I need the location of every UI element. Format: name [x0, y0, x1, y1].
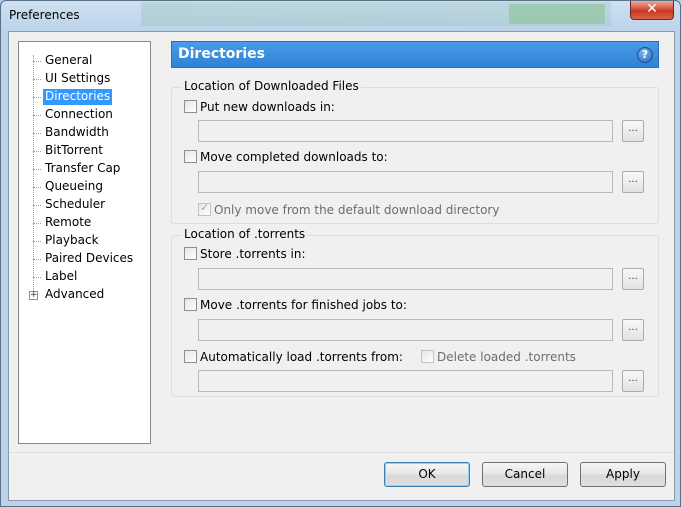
tree-branch-line [33, 277, 41, 278]
store-torrents-browse-button[interactable]: ... [622, 268, 644, 290]
dialog-client-area: General UI Settings Directories Connecti… [8, 31, 675, 501]
page-title: Directories [178, 46, 265, 62]
move-completed-label: Move completed downloads to: [200, 150, 388, 164]
category-tree[interactable]: General UI Settings Directories Connecti… [18, 41, 151, 444]
title-bar[interactable]: Preferences ✕ [1, 1, 680, 31]
cancel-button[interactable]: Cancel [482, 462, 568, 487]
move-completed-browse-button[interactable]: ... [622, 171, 644, 193]
sidebar-item-advanced[interactable]: Advanced [43, 287, 106, 303]
window-title: Preferences [9, 8, 80, 22]
tree-branch-line [33, 205, 41, 206]
sidebar-item-ui-settings[interactable]: UI Settings [43, 71, 112, 87]
tree-branch-line [33, 241, 41, 242]
tree-branch-line [33, 97, 41, 98]
store-torrents-row[interactable]: Store .torrents in: [184, 247, 306, 263]
tree-branch-line [33, 133, 41, 134]
delete-loaded-torrents-checkbox [421, 350, 434, 363]
put-new-downloads-row[interactable]: Put new downloads in: [184, 100, 335, 116]
auto-load-torrents-path-input[interactable] [198, 370, 613, 392]
expand-plus-icon[interactable]: + [29, 291, 38, 300]
sidebar-item-general[interactable]: General [43, 53, 94, 69]
torrents-location-group: Location of .torrents Store .torrents in… [171, 227, 659, 397]
tree-branch-line [33, 187, 41, 188]
move-completed-path-input[interactable] [198, 171, 613, 193]
put-new-downloads-browse-button[interactable]: ... [622, 120, 644, 142]
auto-load-torrents-row[interactable]: Automatically load .torrents from: [184, 350, 403, 366]
sidebar-item-playback[interactable]: Playback [43, 233, 101, 249]
move-torrents-finished-browse-button[interactable]: ... [622, 319, 644, 341]
sidebar-item-transfer-cap[interactable]: Transfer Cap [43, 161, 122, 177]
store-torrents-checkbox[interactable] [184, 247, 197, 260]
delete-loaded-torrents-label: Delete loaded .torrents [437, 350, 576, 364]
close-button[interactable]: ✕ [630, 1, 674, 20]
only-move-default-label: Only move from the default download dire… [214, 203, 500, 217]
sidebar-item-remote[interactable]: Remote [43, 215, 93, 231]
sidebar-item-paired-devices[interactable]: Paired Devices [43, 251, 135, 267]
tree-branch-line [33, 151, 41, 152]
sidebar-item-bandwidth[interactable]: Bandwidth [43, 125, 111, 141]
tree-branch-line [33, 79, 41, 80]
put-new-downloads-checkbox[interactable] [184, 100, 197, 113]
move-completed-row[interactable]: Move completed downloads to: [184, 150, 388, 166]
sidebar-item-queueing[interactable]: Queueing [43, 179, 105, 195]
tree-branch-line [33, 61, 41, 62]
apply-button[interactable]: Apply [580, 462, 666, 487]
close-icon: ✕ [646, 1, 658, 17]
group-title-downloaded-files: Location of Downloaded Files [182, 79, 361, 93]
tree-branch-line [33, 223, 41, 224]
sidebar-item-directories[interactable]: Directories [43, 89, 113, 105]
sidebar-item-connection[interactable]: Connection [43, 107, 115, 123]
auto-load-torrents-checkbox[interactable] [184, 350, 197, 363]
auto-load-torrents-label: Automatically load .torrents from: [200, 350, 403, 364]
sidebar-item-bittorrent[interactable]: BitTorrent [43, 143, 105, 159]
auto-load-torrents-browse-button[interactable]: ... [622, 370, 644, 392]
sidebar-item-scheduler[interactable]: Scheduler [43, 197, 107, 213]
store-torrents-path-input[interactable] [198, 268, 613, 290]
panel-header: Directories ? [171, 41, 659, 68]
sidebar-item-label[interactable]: Label [43, 269, 79, 285]
group-title-torrents: Location of .torrents [182, 227, 308, 241]
move-torrents-finished-checkbox[interactable] [184, 298, 197, 311]
footer-divider [9, 452, 674, 453]
tree-branch-line [33, 169, 41, 170]
only-move-default-row: Only move from the default download dire… [198, 201, 500, 219]
move-torrents-finished-path-input[interactable] [198, 319, 613, 341]
move-torrents-finished-row[interactable]: Move .torrents for finished jobs to: [184, 298, 407, 314]
downloaded-files-group: Location of Downloaded Files Put new dow… [171, 79, 659, 224]
put-new-downloads-label: Put new downloads in: [200, 100, 335, 114]
put-new-downloads-path-input[interactable] [198, 120, 613, 142]
tree-branch-line [33, 115, 41, 116]
delete-loaded-torrents-row: Delete loaded .torrents [421, 350, 576, 366]
ok-button[interactable]: OK [384, 462, 470, 487]
move-torrents-finished-label: Move .torrents for finished jobs to: [200, 298, 407, 312]
store-torrents-label: Store .torrents in: [200, 247, 306, 261]
background-window-ghost-button [509, 4, 605, 24]
move-completed-checkbox[interactable] [184, 150, 197, 163]
only-move-default-checkbox [198, 201, 211, 216]
tree-branch-line [33, 259, 41, 260]
help-icon[interactable]: ? [637, 47, 653, 63]
preferences-window: Preferences ✕ General UI Settings Direct… [0, 0, 681, 507]
